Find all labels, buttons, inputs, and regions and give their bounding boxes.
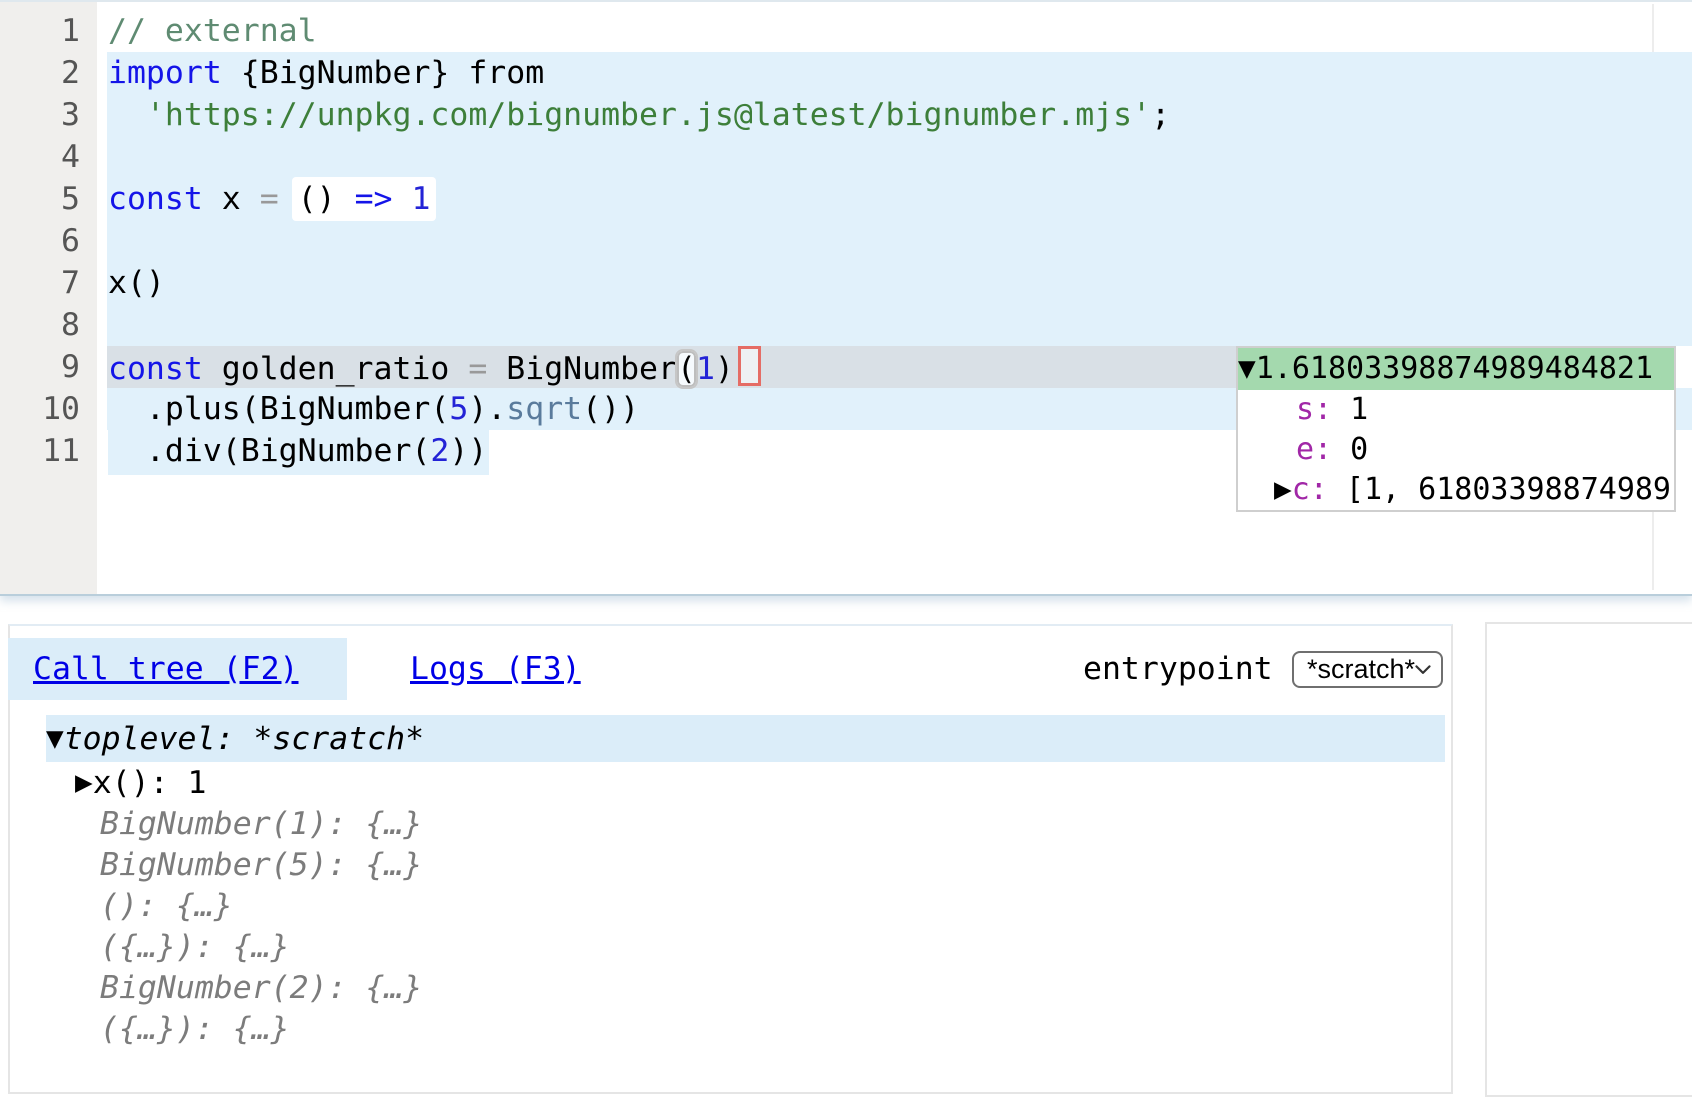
plain-token: x() — [108, 265, 165, 301]
operator-token: = — [260, 181, 279, 217]
code-line-2: import {BigNumber} from — [107, 52, 1692, 94]
field-value: 0 — [1332, 430, 1368, 470]
plain-token: () — [298, 181, 355, 217]
plain-token: ; — [1151, 97, 1170, 133]
call-tree: ▼toplevel: *scratch* ▶x(): 1 BigNumber(1… — [10, 715, 1451, 1049]
string-token: 'https://unpkg.com/bignumber.js@latest/b… — [146, 97, 1151, 133]
call-tree-row-label: (): {…} — [100, 888, 233, 924]
entrypoint-selected-value: *scratch* — [1307, 654, 1415, 685]
operator-token: = — [468, 351, 487, 387]
call-tree-row-label: x(): 1 — [93, 765, 207, 801]
code-line-8 — [107, 304, 1692, 346]
code-line-1: // external — [97, 10, 1692, 52]
text-cursor — [738, 346, 761, 386]
selection-highlight: .div(BigNumber(2)) — [108, 428, 489, 475]
expand-arrow-icon[interactable]: ▶ — [1274, 470, 1292, 510]
entrypoint-select[interactable]: *scratch* — [1292, 651, 1443, 688]
line-number-gutter: 1 2 3 4 5 6 7 8 9 10 11 — [0, 2, 97, 594]
call-tree-row-label: ({…}): {…} — [100, 1011, 290, 1047]
call-tree-root-label: toplevel: *scratch* — [64, 721, 424, 757]
comment-token: // external — [108, 13, 317, 49]
result-field-s: s: 1 — [1238, 390, 1674, 430]
call-tree-row[interactable]: ({…}): {…} — [10, 1008, 1451, 1049]
call-tree-tab-link[interactable]: Call tree (F2) — [33, 651, 299, 687]
code-line-3: 'https://unpkg.com/bignumber.js@latest/b… — [107, 94, 1692, 136]
keyword-token: const — [108, 181, 203, 217]
result-field-c: ▶c: [1, 61803398874989 — [1238, 470, 1674, 510]
line-number: 4 — [0, 136, 97, 178]
call-tree-panel: Call tree (F2) Logs (F3) entrypoint *scr… — [8, 624, 1453, 1094]
panel-tabstrip: Call tree (F2) Logs (F3) entrypoint *scr… — [10, 638, 1451, 700]
plain-token: x — [203, 181, 260, 217]
plain-token: .div(BigNumber( — [108, 433, 430, 469]
plain-token: BigNumber — [487, 351, 677, 387]
keyword-token: import — [108, 55, 222, 91]
code-line-9-current: const golden_ratio = BigNumber(1) — [107, 346, 1236, 388]
call-tree-row[interactable]: BigNumber(5): {…} — [10, 844, 1451, 885]
number-token: 1 — [696, 351, 715, 387]
plain-token: ). — [468, 391, 506, 427]
eval-side-panel — [1485, 622, 1692, 1097]
call-tree-root-row[interactable]: ▼toplevel: *scratch* — [46, 715, 1445, 762]
call-tree-row[interactable]: ({…}): {…} — [10, 926, 1451, 967]
field-value: [1, 61803398874989 — [1328, 470, 1671, 510]
number-token: 1 — [393, 181, 431, 217]
line-number: 10 — [0, 388, 97, 430]
tab-logs[interactable]: Logs (F3) — [410, 638, 581, 700]
number-token: 5 — [449, 391, 468, 427]
line-number: 3 — [0, 94, 97, 136]
arrow-token: => — [355, 181, 393, 217]
code-line-4 — [107, 136, 1692, 178]
call-tree-row-label: BigNumber(2): {…} — [100, 970, 422, 1006]
tab-call-tree[interactable]: Call tree (F2) — [8, 638, 347, 700]
line-number: 7 — [0, 262, 97, 304]
inline-result-widget: ▼1.61803398874989484821 s: 1 e: 0 ▶c: [1… — [1236, 346, 1676, 512]
line-number: 9 — [0, 346, 97, 388]
call-tree-row[interactable]: BigNumber(1): {…} — [10, 803, 1451, 844]
call-tree-row[interactable]: (): {…} — [10, 885, 1451, 926]
call-tree-row[interactable]: BigNumber(2): {…} — [10, 967, 1451, 1008]
call-tree-row-label: BigNumber(5): {…} — [100, 847, 422, 883]
call-tree-row[interactable]: ▶x(): 1 — [10, 762, 1451, 803]
result-value-row[interactable]: ▼1.61803398874989484821 — [1238, 348, 1674, 390]
call-tree-row-label: ({…}): {…} — [100, 929, 290, 965]
code-line-6 — [107, 220, 1692, 262]
expand-arrow-icon[interactable]: ▶ — [75, 770, 93, 796]
property-token: sqrt — [506, 391, 582, 427]
result-value: 1.61803398874989484821 — [1256, 348, 1653, 390]
entrypoint-label: entrypoint — [1083, 638, 1273, 700]
plain-token: ) — [715, 351, 734, 387]
app-root: { "editor": { "gutter": ["1","2","3","4"… — [0, 0, 1692, 1066]
line-number: 5 — [0, 178, 97, 220]
field-value: 1 — [1332, 390, 1368, 430]
logs-tab-link[interactable]: Logs (F3) — [410, 651, 581, 687]
matching-bracket-highlight: ( — [677, 351, 696, 387]
field-key: s: — [1296, 390, 1332, 430]
line-number: 8 — [0, 304, 97, 346]
plain-token: golden_ratio — [203, 351, 469, 387]
result-field-e: e: 0 — [1238, 430, 1674, 470]
line-number: 1 — [0, 10, 97, 52]
code-line-5: const x = () => 1 — [107, 178, 1692, 220]
plain-token — [108, 97, 146, 133]
code-line-7: x() — [107, 262, 1692, 304]
plain-token: .plus(BigNumber( — [108, 391, 449, 427]
call-tree-row-label: BigNumber(1): {…} — [100, 806, 422, 842]
plain-token: {BigNumber} from — [222, 55, 544, 91]
collapse-arrow-icon[interactable]: ▼ — [1238, 348, 1256, 390]
plain-token: ()) — [582, 391, 639, 427]
field-key: c: — [1292, 470, 1328, 510]
collapse-arrow-icon[interactable]: ▼ — [46, 726, 64, 752]
field-key: e: — [1296, 430, 1332, 470]
keyword-token: const — [108, 351, 203, 387]
line-number: 11 — [0, 430, 97, 472]
number-token: 2 — [430, 433, 449, 469]
code-editor[interactable]: 1 2 3 4 5 6 7 8 9 10 11 // external impo… — [0, 0, 1692, 596]
chevron-down-icon — [1415, 663, 1431, 677]
line-number: 6 — [0, 220, 97, 262]
line-number: 2 — [0, 52, 97, 94]
plain-token: )) — [449, 433, 487, 469]
function-highlight-box[interactable]: () => 1 — [292, 177, 437, 221]
